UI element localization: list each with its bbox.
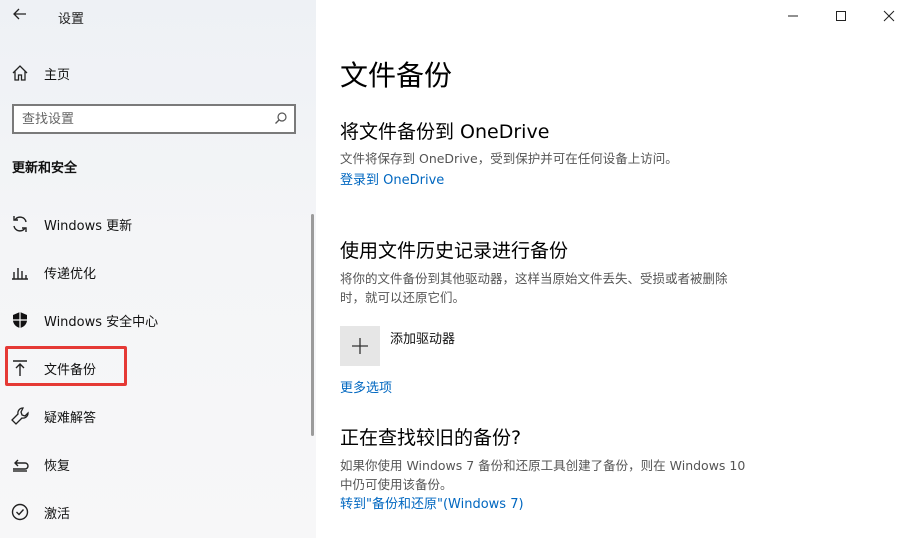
close-button[interactable] [865,0,913,32]
maximize-button[interactable] [817,0,865,32]
older-backup-heading: 正在查找较旧的备份? [340,427,522,449]
sidebar-item-label: 恢复 [44,458,71,474]
sidebar-item-label: 激活 [44,506,71,522]
shield-icon [13,312,27,328]
search-icon[interactable] [274,111,288,125]
title-bar: 设置 [0,0,316,32]
back-button[interactable] [10,6,30,26]
activation-icon [11,503,29,521]
recovery-icon [13,459,29,472]
add-drive-button[interactable] [340,326,380,366]
back-arrow-icon [13,8,26,20]
sidebar-item-activation[interactable]: 激活 [0,488,316,536]
close-icon [883,10,895,22]
history-heading: 使用文件历史记录进行备份 [340,240,569,262]
search-box[interactable] [12,104,296,134]
add-drive-label[interactable]: 添加驱动器 [390,328,455,347]
search-input[interactable] [14,111,270,127]
section-title: 更新和安全 [12,161,78,176]
onedrive-signin-link[interactable]: 登录到 OneDrive [340,169,444,188]
minimize-button[interactable] [769,0,817,32]
app-title: 设置 [58,12,85,27]
sidebar-item-label: Windows 更新 [44,218,133,234]
sidebar-item-windows-security[interactable]: Windows 安全中心 [0,296,316,344]
home-label: 主页 [44,67,71,83]
sidebar-item-label: 传递优化 [44,266,97,282]
sidebar-item-label: 文件备份 [44,362,97,378]
minimize-icon [788,15,798,17]
sidebar-item-recovery[interactable]: 恢复 [0,440,316,488]
sidebar: 设置 主页 更新和安全 Windows 更新 传递优化 Windows 安全中心… [0,0,316,538]
window-controls [769,0,913,32]
sync-icon [13,216,27,232]
sidebar-item-label: Windows 安全中心 [44,314,159,330]
maximize-icon [836,11,846,21]
backup-restore-link[interactable]: 转到"备份和还原"(Windows 7) [340,493,524,512]
sidebar-item-windows-update[interactable]: Windows 更新 [0,200,316,248]
home-icon [12,65,28,81]
plus-icon [352,338,368,354]
history-description-line1: 将你的文件备份到其他驱动器，这样当原始文件丢失、受损或者被删除 [340,271,728,286]
older-backup-description-line1: 如果你使用 Windows 7 备份和还原工具创建了备份，则在 Windows … [340,458,746,473]
more-options-link[interactable]: 更多选项 [340,377,392,396]
sidebar-item-delivery-optimization[interactable]: 传递优化 [0,248,316,296]
onedrive-description: 文件将保存到 OneDrive，受到保护并可在任何设备上访问。 [340,151,678,166]
older-backup-description-line2: 中仍可使用该备份。 [340,477,453,492]
wrench-icon [11,407,29,425]
sidebar-item-file-backup[interactable]: 文件备份 [0,344,316,392]
home-nav-item[interactable]: 主页 [10,62,70,84]
sidebar-item-troubleshoot[interactable]: 疑难解答 [0,392,316,440]
history-description-line2: 时，就可以还原它们。 [340,290,466,305]
onedrive-heading: 将文件备份到 OneDrive [340,121,550,143]
sidebar-item-label: 疑难解答 [44,410,97,426]
main-content: 文件备份 将文件备份到 OneDrive 文件将保存到 OneDrive，受到保… [316,0,913,538]
page-title: 文件备份 [340,59,453,92]
delivery-optimization-icon [12,268,28,280]
sidebar-scrollbar[interactable] [311,214,314,436]
backup-icon [13,360,27,376]
